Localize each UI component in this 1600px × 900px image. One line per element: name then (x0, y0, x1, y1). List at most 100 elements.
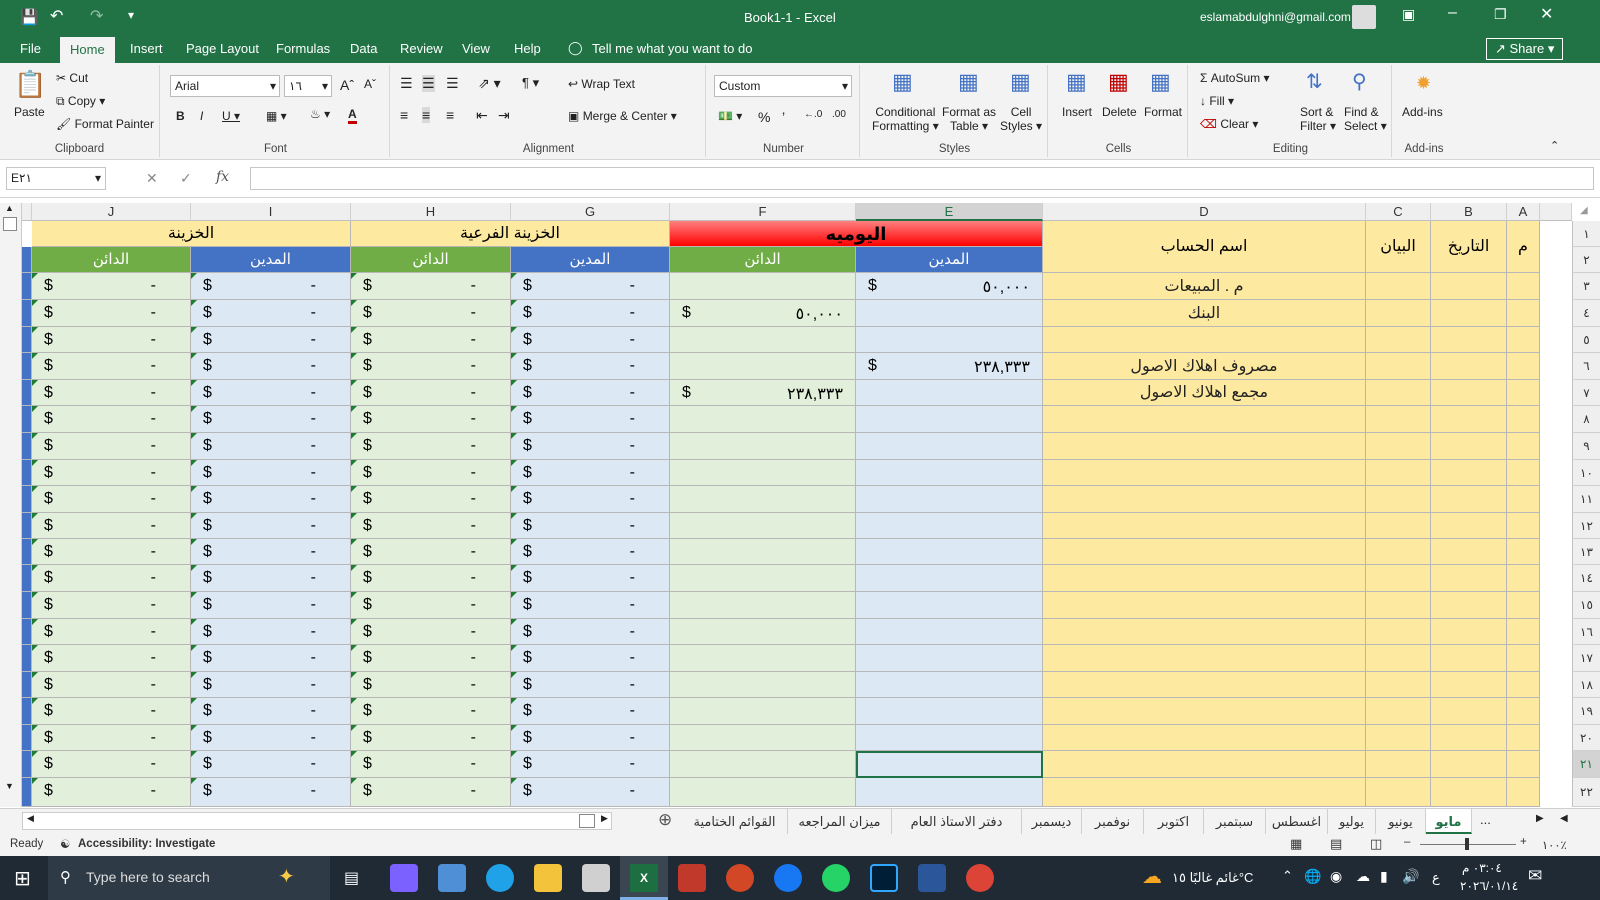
sheet-scroll-right-icon[interactable]: ▶ (1536, 813, 1544, 824)
sheet-tab[interactable]: اكتوبر (1144, 809, 1204, 834)
orientation-icon[interactable]: ⇗ ▾ (478, 75, 501, 92)
whatsapp-icon[interactable] (822, 864, 850, 892)
tab-insert[interactable]: Insert (120, 34, 173, 63)
decrease-indent-icon[interactable]: ⇤ (476, 107, 488, 124)
cell[interactable] (1366, 460, 1431, 486)
cell[interactable] (1366, 539, 1431, 565)
cell[interactable] (1431, 300, 1507, 327)
column-header-j[interactable]: J (32, 203, 191, 221)
accounting-cell[interactable]: $ - (511, 698, 670, 725)
cell[interactable] (1507, 353, 1540, 380)
sort-filter-button[interactable]: Sort & Filter ▾ (1300, 105, 1336, 133)
row-header[interactable]: ١٦ (1572, 619, 1600, 645)
cell[interactable] (1507, 327, 1540, 353)
cell[interactable] (1431, 725, 1507, 751)
journal-debit-cell[interactable] (856, 327, 1043, 353)
row-header[interactable]: ١١ (1572, 486, 1600, 513)
increase-indent-icon[interactable]: ⇥ (498, 107, 510, 124)
accounting-cell[interactable]: $ - (511, 460, 670, 486)
fill-button[interactable]: ↓ Fill ▾ (1200, 94, 1234, 108)
accounting-cell[interactable]: $ - (351, 380, 511, 406)
cell[interactable] (1507, 619, 1540, 645)
scroll-down-icon[interactable]: ▼ (5, 781, 14, 791)
accounting-cell[interactable]: $ - (511, 751, 670, 778)
accounting-cell[interactable]: $ - (511, 565, 670, 592)
autosum-button[interactable]: Σ AutoSum ▾ (1200, 71, 1269, 85)
sheet-tab[interactable]: ميزان المراجعه (788, 809, 892, 834)
insert-cells-button[interactable]: Insert (1062, 105, 1092, 119)
journal-debit-cell[interactable] (856, 778, 1043, 807)
account-name-cell[interactable] (1043, 619, 1366, 645)
share-button[interactable]: ↗ Share ▾ (1486, 38, 1564, 60)
row-header[interactable]: ٢ (1572, 247, 1600, 273)
accounting-cell[interactable]: $ - (32, 433, 191, 460)
camera-icon[interactable]: ◉ (1330, 868, 1342, 885)
account-name-cell[interactable] (1043, 565, 1366, 592)
number-format-select[interactable]: Custom ▾ (714, 75, 852, 97)
align-center-icon[interactable]: ≡ (422, 107, 431, 123)
select-all-icon[interactable]: ◢ (1580, 205, 1588, 216)
find-select-button[interactable]: Find & Select ▾ (1344, 105, 1387, 133)
cell[interactable] (1507, 300, 1540, 327)
avatar[interactable] (1352, 5, 1376, 29)
row-header[interactable]: ١٤ (1572, 565, 1600, 592)
cell[interactable] (1366, 672, 1431, 698)
account-name-cell[interactable] (1043, 406, 1366, 433)
journal-credit-cell[interactable] (670, 645, 856, 672)
accounting-cell[interactable]: $ - (351, 327, 511, 353)
accounting-cell[interactable]: $ - (351, 406, 511, 433)
enter-icon[interactable]: ✓ (180, 170, 192, 187)
cell[interactable] (1431, 565, 1507, 592)
column-header-f[interactable]: F (670, 203, 856, 221)
font-size-select[interactable]: ١٦ ▾ (284, 75, 332, 97)
sheet-scroll-left-icon[interactable]: ◀ (1560, 813, 1568, 824)
accounting-cell[interactable]: $ - (32, 486, 191, 513)
accounting-cell[interactable]: $ - (511, 380, 670, 406)
underline-button[interactable]: U ▾ (222, 109, 240, 123)
account-name-cell[interactable] (1043, 592, 1366, 619)
align-left-icon[interactable]: ≡ (400, 107, 408, 123)
accounting-cell[interactable]: $ - (511, 725, 670, 751)
accounting-cell[interactable]: $ - (351, 619, 511, 645)
accounting-cell[interactable]: $ - (351, 645, 511, 672)
font-color-icon[interactable]: A (348, 107, 357, 124)
sheet-tab[interactable]: دفتر الاستاذ العام (892, 809, 1022, 834)
journal-debit-cell[interactable] (856, 406, 1043, 433)
addins-button[interactable]: Add-ins (1402, 105, 1443, 119)
cell[interactable] (1507, 645, 1540, 672)
sheet-tab[interactable]: سبتمبر (1204, 809, 1266, 834)
explorer-icon[interactable] (534, 864, 562, 892)
tab-formulas[interactable]: Formulas (266, 34, 340, 63)
accounting-cell[interactable]: $ - (32, 353, 191, 380)
accounting-cell[interactable]: $ - (191, 619, 351, 645)
cell[interactable] (1366, 698, 1431, 725)
accounting-cell[interactable]: $ - (511, 273, 670, 300)
row-header[interactable]: ٧ (1572, 380, 1600, 406)
cell[interactable] (1431, 353, 1507, 380)
accounting-cell[interactable]: $ - (351, 513, 511, 539)
accounting-cell[interactable]: $ - (32, 619, 191, 645)
row-header[interactable]: ١٧ (1572, 645, 1600, 672)
close-icon[interactable]: ✕ (1540, 4, 1553, 24)
accounting-cell[interactable]: $ - (511, 672, 670, 698)
chrome-icon[interactable] (966, 864, 994, 892)
accounting-cell[interactable]: $ - (351, 460, 511, 486)
accounting-cell[interactable]: $ - (511, 433, 670, 460)
italic-button[interactable]: I (200, 109, 203, 123)
wrap-text-button[interactable]: ↩ Wrap Text (568, 77, 635, 91)
row-header[interactable]: ١ (1572, 221, 1600, 247)
cell[interactable] (1431, 539, 1507, 565)
accounting-cell[interactable]: $ - (32, 406, 191, 433)
cell[interactable] (1431, 672, 1507, 698)
journal-debit-cell[interactable] (856, 619, 1043, 645)
row-header[interactable]: ٦ (1572, 353, 1600, 380)
cell[interactable] (1366, 778, 1431, 807)
account-name-cell[interactable] (1043, 486, 1366, 513)
selected-cell[interactable] (856, 751, 1043, 778)
format-painter-button[interactable]: 🖌 Format Painter (56, 117, 154, 131)
cell[interactable] (1431, 698, 1507, 725)
cell[interactable] (1507, 486, 1540, 513)
cut-button[interactable]: ✂ Cut (56, 71, 88, 85)
increase-decimal-icon[interactable]: ←.0 (804, 109, 822, 120)
cell[interactable] (1366, 486, 1431, 513)
